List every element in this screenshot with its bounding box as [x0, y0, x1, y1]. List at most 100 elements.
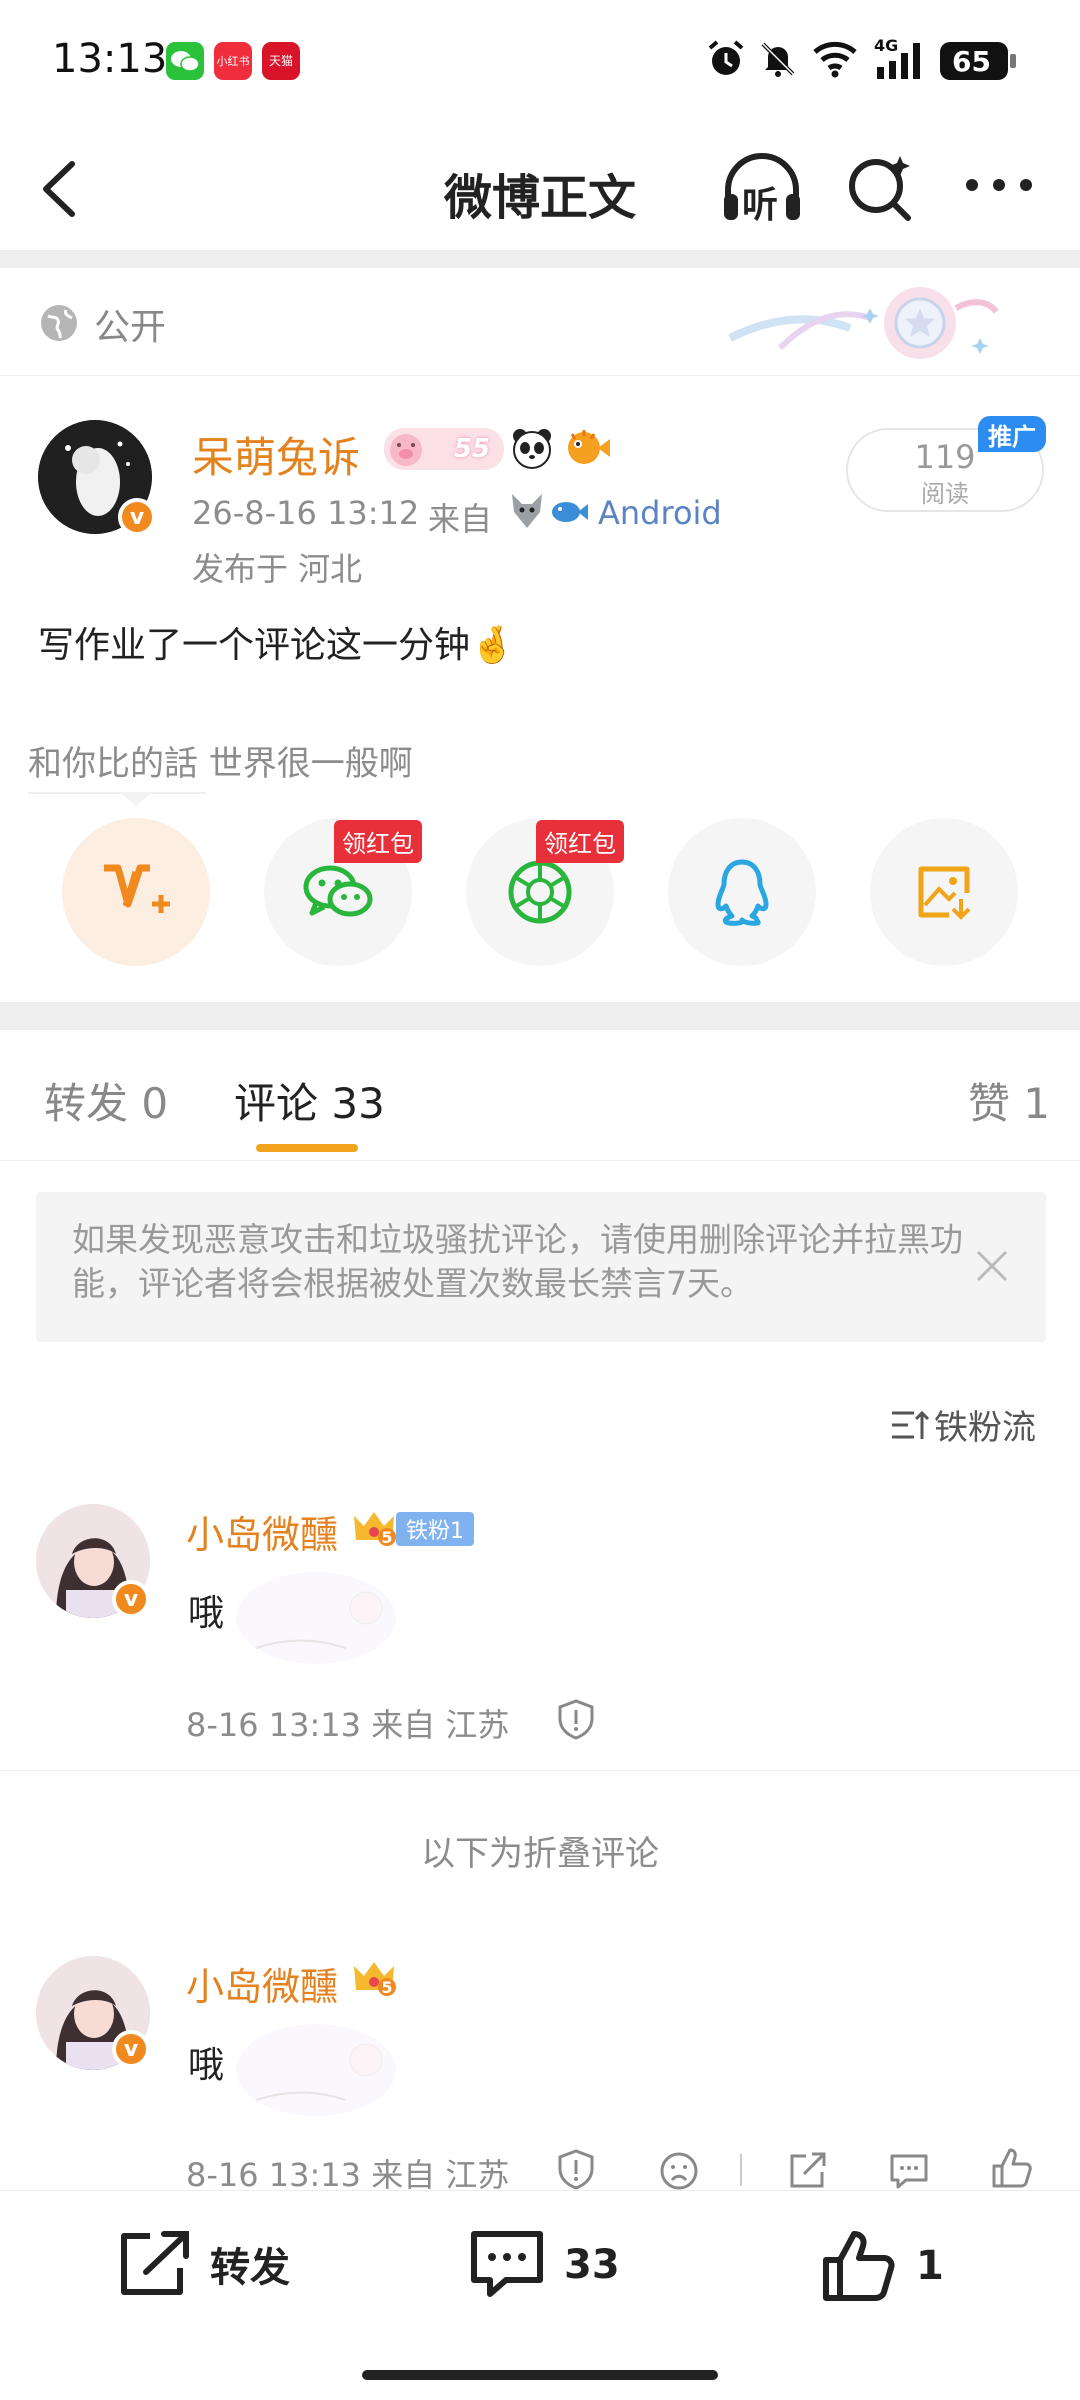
reply-button[interactable] — [888, 2150, 930, 2192]
signature-underline — [28, 792, 206, 794]
tab-comment[interactable]: 评论 33 — [234, 1070, 385, 1131]
share-icon — [790, 2152, 826, 2188]
fish-icon — [550, 494, 590, 530]
crown-icon: 5 — [352, 1956, 396, 2000]
post-signature: 和你比的話 世界很一般啊 — [28, 744, 413, 784]
shield-icon — [558, 2149, 594, 2190]
crown-level: 5 — [378, 1978, 396, 1997]
comment-icon — [471, 2231, 543, 2297]
shield-icon — [558, 1699, 594, 1740]
tab-active-indicator — [256, 1144, 358, 1152]
post-source-prefix: 来自 — [428, 500, 493, 538]
thumbs-up-icon — [823, 2231, 895, 2301]
xiaohongshu-icon: 小红书 — [214, 42, 252, 80]
tmall-icon: 天猫 — [262, 42, 300, 80]
network-type: 4G — [874, 36, 899, 55]
verified-badge-icon: v — [112, 2030, 150, 2068]
tmall-label: 天猫 — [268, 54, 293, 68]
weibo-v-plus-icon — [104, 864, 170, 913]
battery-level: 65 — [952, 44, 991, 78]
report-button[interactable] — [556, 1698, 596, 1740]
wechat-icon — [303, 865, 373, 917]
close-icon — [976, 1250, 1008, 1282]
red-packet-tag: 领红包 — [334, 820, 422, 863]
sort-icon — [892, 1410, 930, 1439]
decoration-sticker — [720, 278, 1010, 368]
bottom-like-count: 1 — [916, 2243, 944, 2289]
close-notice-button[interactable] — [972, 1246, 1012, 1286]
verified-badge-icon: v — [118, 498, 156, 536]
repost-icon — [121, 2231, 189, 2295]
crown-icon: 5 — [352, 1506, 396, 1550]
comment-text: 哦 — [188, 1593, 225, 1634]
folded-comments-divider: 以下为折叠评论 — [421, 1834, 659, 1874]
bottom-comment-count: 33 — [564, 2242, 620, 2288]
divider — [0, 1002, 1080, 1030]
xiaohongshu-label: 小红书 — [216, 54, 250, 68]
share-weibo-button[interactable] — [62, 818, 210, 966]
bottom-repost-label: 转发 — [210, 2245, 290, 2291]
comment-meta: 8-16 13:13 来自 江苏 — [186, 1706, 510, 1744]
commenter-name[interactable]: 小岛微醺 — [186, 1504, 338, 1559]
promo-badge: 推广 — [978, 416, 1046, 452]
crown-level: 5 — [378, 1528, 396, 1547]
mute-icon — [756, 36, 800, 82]
status-time: 13:13 — [52, 36, 168, 82]
post-source[interactable]: Android — [598, 494, 722, 532]
save-image-icon — [918, 866, 971, 920]
comment-share-button[interactable] — [786, 2150, 828, 2192]
visibility-label: 公开 — [94, 307, 167, 348]
iron-fan-badge: 铁粉1 — [396, 1512, 474, 1546]
bottom-comment-button[interactable]: 33 — [468, 2228, 620, 2302]
sort-label: 铁粉流 — [934, 1408, 1036, 1448]
comment-bubble-decoration — [236, 2020, 396, 2120]
comment-like-button[interactable] — [990, 2146, 1034, 2190]
wifi-icon — [810, 36, 860, 82]
share-qq-button[interactable] — [668, 818, 816, 966]
commenter-name[interactable]: 小岛微醺 — [186, 1956, 338, 2011]
dislike-button[interactable] — [658, 2150, 700, 2192]
verified-badge-icon: v — [112, 1580, 150, 1618]
tabs-divider — [0, 1160, 1080, 1161]
member-level: 55 — [453, 434, 490, 464]
action-separator — [740, 2154, 742, 2186]
bottom-repost-button[interactable]: 转发 — [116, 2228, 290, 2300]
signature-pointer — [120, 792, 152, 806]
page-title: 微博正文 — [443, 170, 636, 226]
comment-bubble-decoration — [236, 1568, 396, 1668]
red-packet-tag: 领红包 — [536, 820, 624, 863]
signal-icon: 4G — [872, 36, 926, 82]
pufferfish-icon — [562, 426, 612, 470]
divider — [0, 250, 1080, 268]
frown-icon — [660, 2152, 698, 2190]
pig-icon — [386, 428, 426, 470]
visibility-row: 公开 — [0, 268, 1080, 376]
tab-like[interactable]: 赞 1 — [968, 1070, 1050, 1131]
comment-notice: 如果发现恶意攻击和垃圾骚扰评论，请使用删除评论并拉黑功能，评论者将会根据被处置次… — [36, 1192, 1046, 1342]
home-indicator[interactable] — [362, 2370, 718, 2380]
bottom-like-button[interactable]: 1 — [820, 2228, 944, 2304]
author-name[interactable]: 呆萌兔诉 — [192, 424, 360, 485]
report-button[interactable] — [556, 2148, 596, 2190]
tab-repost[interactable]: 转发 0 — [44, 1070, 168, 1131]
status-bar: 13:13 小红书 天猫 4G 65 — [0, 0, 1080, 120]
post-date: 26-8-16 13:12 — [192, 494, 420, 532]
post-location: 发布于 河北 — [192, 550, 363, 588]
globe-icon — [38, 302, 80, 344]
moments-icon — [508, 860, 572, 924]
post-text: 写作业了一个评论这一分钟🤞 — [38, 625, 515, 666]
member-level-badge: 55 — [384, 428, 504, 470]
save-image-button[interactable] — [870, 818, 1018, 966]
read-label: 阅读 — [921, 480, 969, 508]
panda-icon — [510, 426, 554, 470]
thumbs-up-icon — [992, 2148, 1032, 2188]
sort-button[interactable]: 铁粉流 — [890, 1400, 1036, 1449]
comment-icon — [890, 2154, 928, 2189]
alarm-icon — [704, 36, 748, 82]
qq-icon — [715, 859, 769, 926]
wechat-icon — [166, 42, 204, 80]
wolf-icon — [506, 490, 548, 532]
comment-text: 哦 — [188, 2045, 225, 2086]
divider — [0, 1770, 1080, 1771]
battery-indicator: 65 — [940, 42, 1016, 80]
